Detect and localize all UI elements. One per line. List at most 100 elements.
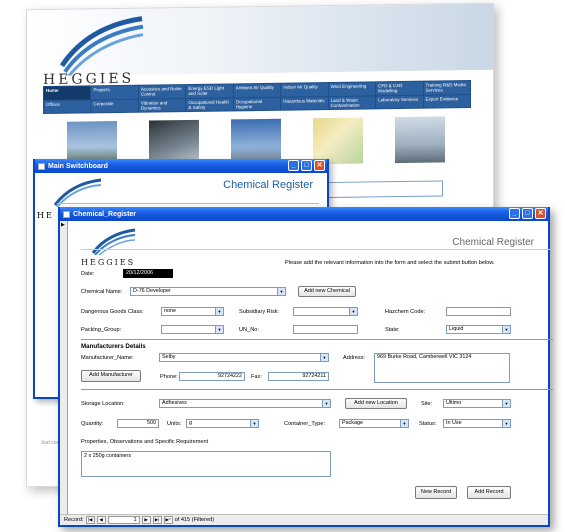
container-type-value: Package <box>342 420 363 426</box>
chevron-down-icon[interactable]: ▼ <box>502 326 510 333</box>
access-app-icon <box>38 162 45 170</box>
add-record-button[interactable]: Add Record <box>467 486 511 499</box>
packing-group-label: Packing_Group: <box>81 327 122 333</box>
close-icon[interactable]: ✕ <box>535 208 546 219</box>
phone-field[interactable]: 92724222 <box>179 372 245 381</box>
packing-group-select[interactable]: ▼ <box>161 325 224 334</box>
new-record-button[interactable]: New Record <box>415 486 457 499</box>
website-nav-item[interactable]: Corporate <box>91 99 138 113</box>
chevron-down-icon[interactable]: ▼ <box>215 326 223 333</box>
storage-location-value: Adhesives <box>162 400 187 406</box>
first-record-icon[interactable]: |◀ <box>85 516 95 524</box>
website-nav-item[interactable]: Indoor Air Quality <box>281 83 328 97</box>
fax-field[interactable]: 92724211 <box>268 372 329 381</box>
chevron-down-icon[interactable]: ▼ <box>320 354 328 361</box>
website-nav-item[interactable]: Acoustics and Noise Control <box>138 85 186 99</box>
manufacturer-name-label: Manufacturer_Name: <box>81 355 134 361</box>
section-divider <box>81 339 553 340</box>
fax-label: Fax: <box>251 374 262 380</box>
site-select[interactable]: Ultimo ▼ <box>443 399 511 408</box>
phone-label: Phone: <box>160 374 178 380</box>
date-label: Date: <box>81 271 95 277</box>
smokestack-photo[interactable] <box>395 116 445 164</box>
state-label: State: <box>385 327 400 333</box>
new-record-nav-icon[interactable]: ▶* <box>163 516 173 524</box>
website-nav-item[interactable]: Home <box>44 86 91 100</box>
storage-location-select[interactable]: Adhesives ▼ <box>159 399 331 408</box>
minimize-icon[interactable]: _ <box>509 208 520 219</box>
container-type-label: Container_Type: <box>284 421 326 427</box>
add-manufacturer-button[interactable]: Add Manufacturer <box>81 370 141 382</box>
subsidiary-risk-select[interactable]: ▼ <box>293 307 358 316</box>
storage-location-label: Storage Location: <box>81 401 125 407</box>
units-value: g <box>189 420 192 426</box>
heggies-logo-icon <box>59 16 144 76</box>
chevron-down-icon[interactable]: ▼ <box>502 420 510 427</box>
close-icon[interactable]: ✕ <box>314 160 325 171</box>
chem-title-bar: Chemical_Register _ □ ✕ <box>60 207 548 221</box>
website-search-box[interactable] <box>327 180 443 199</box>
website-nav-item[interactable]: Occupational Health & Safety <box>186 97 233 112</box>
switchboard-title: Main Switchboard <box>48 162 108 170</box>
properties-textarea[interactable]: 2 x 250g containers <box>81 451 331 477</box>
map-photo[interactable] <box>313 117 363 165</box>
website-nav-item[interactable]: Wind Engineering <box>328 82 376 96</box>
units-label: Units: <box>167 421 182 427</box>
website-nav-item[interactable]: Expert Evidence <box>423 94 470 108</box>
website-nav-item[interactable]: Ambient Air Quality <box>233 83 281 97</box>
quantity-field[interactable]: 500 <box>117 419 159 428</box>
switchboard-title-bar: Main Switchboard _ □ ✕ <box>35 159 327 173</box>
next-record-icon[interactable]: ▶ <box>141 516 151 524</box>
website-nav-item[interactable]: Vibration and Dynamics <box>138 98 186 112</box>
container-type-select[interactable]: Package ▼ <box>339 419 409 428</box>
website-nav-item[interactable]: Laboratory Services <box>376 95 423 109</box>
form-header-divider <box>81 249 551 250</box>
chevron-down-icon[interactable]: ▼ <box>250 420 258 427</box>
status-select[interactable]: In Use ▼ <box>443 419 511 428</box>
website-nav-item[interactable]: Occupational Hygiene <box>233 97 281 111</box>
address-field[interactable]: 969 Burke Road, Camberwell VIC 3124 <box>374 353 510 383</box>
dg-class-label: Dangerous Goods Class: <box>81 309 144 315</box>
website-nav-item[interactable]: Training R&D Media Services <box>423 81 470 95</box>
minimize-icon[interactable]: _ <box>288 160 299 171</box>
manufacturer-name-select[interactable]: Selby ▼ <box>159 353 329 362</box>
switchboard-divider <box>57 203 319 204</box>
manufacturer-name-value: Selby <box>162 354 176 360</box>
switchboard-brand: HE <box>37 211 54 220</box>
website-nav-item[interactable]: Projects <box>91 85 138 99</box>
add-new-location-button[interactable]: Add new Location <box>345 398 407 409</box>
hazchem-label: Hazchem Code: <box>385 309 426 315</box>
dg-class-select[interactable]: none ▼ <box>161 307 224 316</box>
record-number-field[interactable]: 1 <box>107 516 140 524</box>
website-nav-item[interactable]: Energy ESD Light and Solar <box>186 84 233 98</box>
last-record-icon[interactable]: ▶| <box>152 516 162 524</box>
chevron-down-icon[interactable]: ▼ <box>322 400 330 407</box>
chevron-down-icon[interactable]: ▼ <box>215 308 223 315</box>
previous-record-icon[interactable]: ◀ <box>96 516 106 524</box>
date-field[interactable]: 20/12/2006 <box>123 269 173 278</box>
units-select[interactable]: g ▼ <box>186 419 259 428</box>
address-label: Address: <box>343 355 366 361</box>
website-nav: Home Projects Acoustics and Noise Control E… <box>43 80 471 115</box>
add-new-chemical-button[interactable]: Add new Chemical <box>298 286 356 297</box>
un-no-field[interactable] <box>293 325 358 334</box>
state-value: Liquid <box>449 326 464 332</box>
website-nav-item[interactable]: Hazardous Materials <box>281 96 328 110</box>
chevron-down-icon[interactable]: ▼ <box>400 420 408 427</box>
record-selector[interactable]: ▶ <box>60 221 68 523</box>
website-nav-item[interactable]: Offices <box>44 99 91 114</box>
website-nav-item[interactable]: CFD & CAD Modelling <box>376 81 423 95</box>
chevron-down-icon[interactable]: ▼ <box>349 308 357 315</box>
restore-icon[interactable]: □ <box>522 208 533 219</box>
subsidiary-risk-label: Subsidiary Risk: <box>239 309 280 315</box>
chevron-down-icon[interactable]: ▼ <box>502 400 510 407</box>
website-nav-item[interactable]: Land & Water Contamination <box>328 95 376 110</box>
hazchem-field[interactable] <box>446 307 511 316</box>
chevron-down-icon[interactable]: ▼ <box>277 288 285 295</box>
maximize-icon[interactable]: □ <box>301 160 312 171</box>
state-select[interactable]: Liquid ▼ <box>446 325 511 334</box>
status-value: In Use <box>446 420 462 426</box>
chemical-name-value: D-76 Developer <box>133 288 171 294</box>
record-pointer-icon: ▶ <box>61 222 65 228</box>
chemical-name-select[interactable]: D-76 Developer ▼ <box>130 287 286 296</box>
